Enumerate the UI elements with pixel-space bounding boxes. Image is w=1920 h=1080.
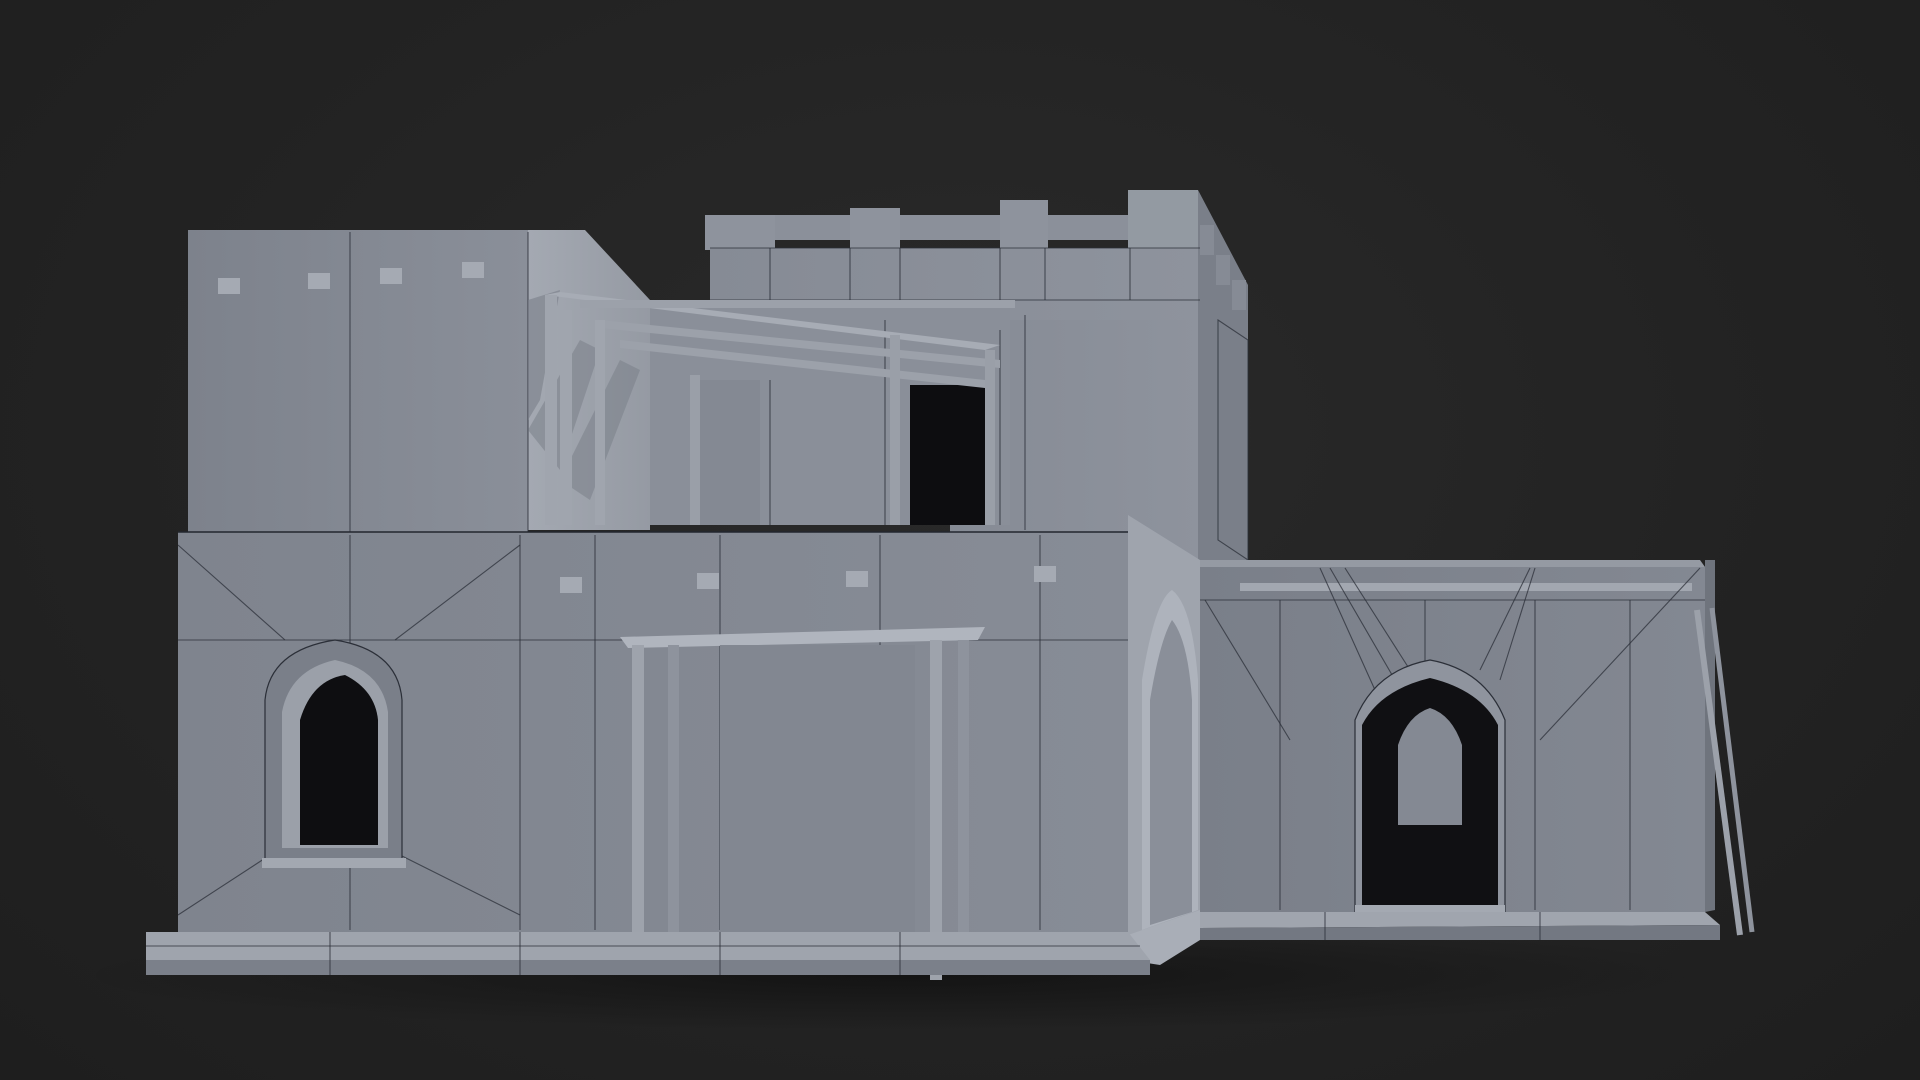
right-annex (1200, 560, 1715, 916)
render-viewport (0, 0, 1920, 1080)
base-plinth (146, 932, 1150, 975)
upper-doorway (910, 385, 992, 525)
building-render (80, 190, 1755, 1030)
left-arched-window (262, 639, 406, 868)
left-upper-block (188, 230, 650, 535)
entrance-arch-block (1128, 515, 1200, 965)
front-canopy (620, 627, 985, 980)
right-base-plinth (1200, 912, 1720, 940)
